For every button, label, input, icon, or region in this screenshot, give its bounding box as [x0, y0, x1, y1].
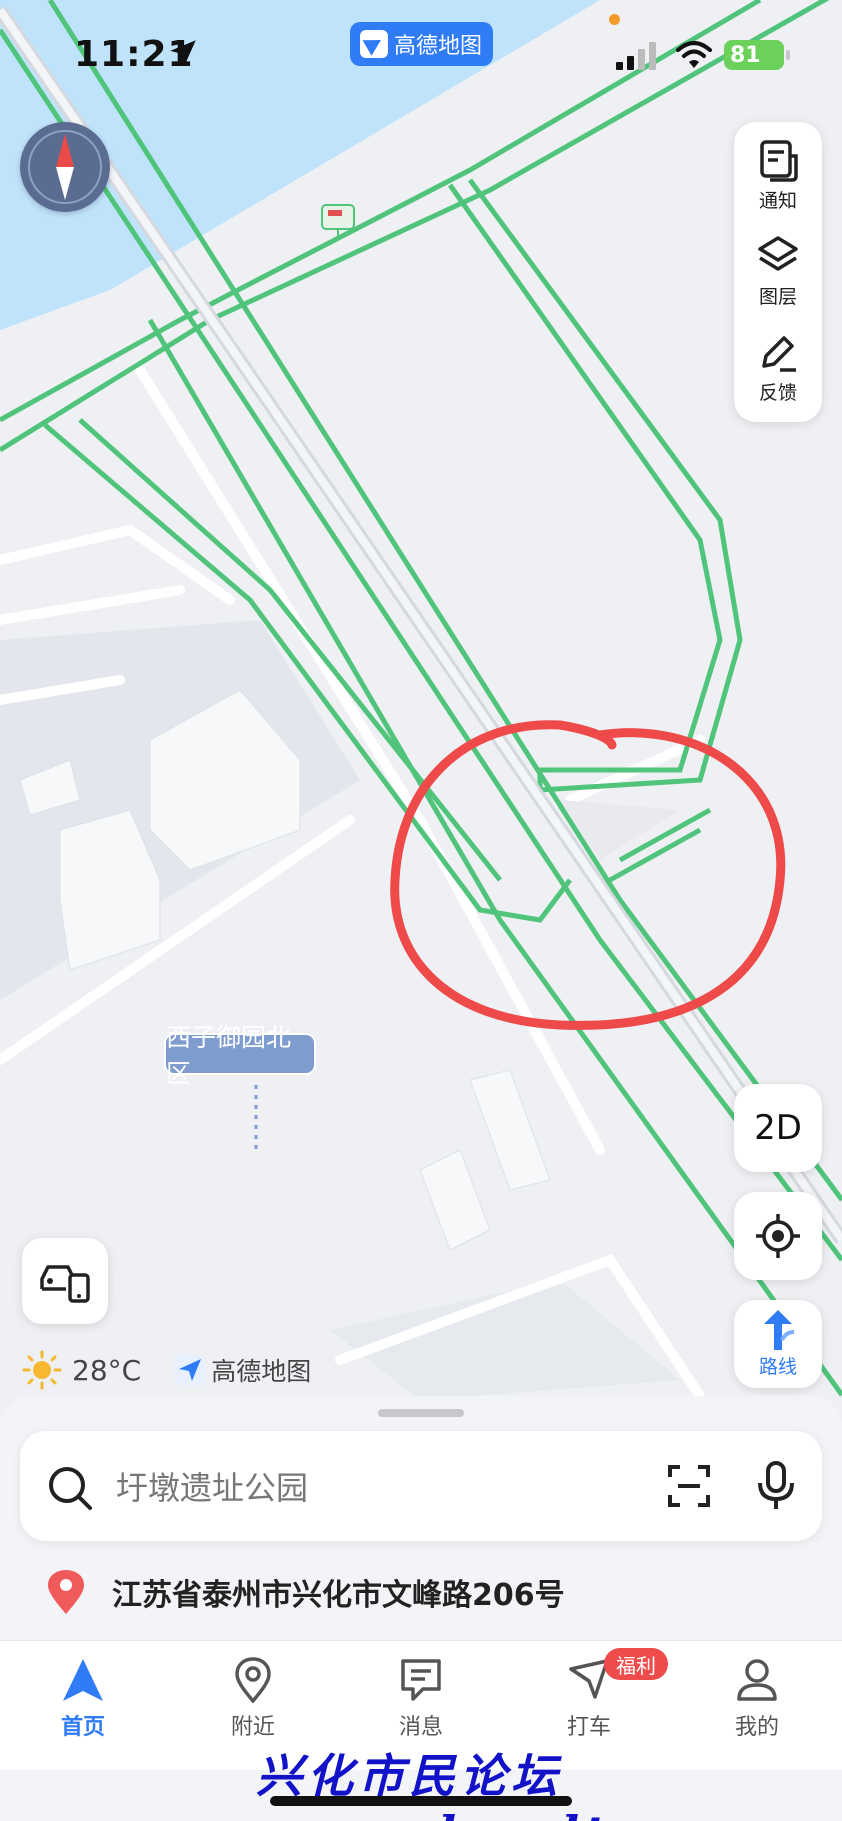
- feedback-button[interactable]: 反馈: [734, 320, 822, 416]
- scan-icon[interactable]: [666, 1463, 712, 1509]
- locate-me-button[interactable]: [734, 1192, 822, 1280]
- car-phone-icon: [40, 1265, 90, 1303]
- taxi-promo-badge: 福利: [604, 1648, 668, 1680]
- wifi-icon: [676, 41, 712, 68]
- map-tools-panel: 通知 图层 反馈: [734, 122, 822, 422]
- tab-taxi-label: 打车: [566, 1715, 611, 1740]
- compass-icon: [28, 130, 102, 204]
- tab-home-label: 首页: [60, 1715, 105, 1740]
- search-placeholder: 圩墩遗址公园: [116, 1469, 309, 1507]
- notice-button[interactable]: 通知: [734, 128, 822, 224]
- poi-label[interactable]: 西子御园北区: [164, 1023, 316, 1088]
- location-arrow-icon: [170, 40, 196, 66]
- tab-profile-label: 我的: [734, 1715, 779, 1740]
- amap-logo-icon: [360, 30, 388, 58]
- view-mode-label: 2D: [754, 1108, 802, 1148]
- view-mode-2d-button[interactable]: 2D: [734, 1084, 822, 1172]
- current-address[interactable]: 江苏省泰州市兴化市文峰路206号: [44, 1568, 565, 1616]
- current-address-text: 江苏省泰州市兴化市文峰路206号: [112, 1578, 565, 1613]
- tab-nearby-label: 附近: [230, 1715, 275, 1740]
- status-bar: 11:21 高德地图 81: [0, 0, 842, 110]
- amap-brand-icon: [175, 1355, 206, 1385]
- weather-temperature: 28°C: [72, 1353, 142, 1387]
- crosshair-locate-icon: [756, 1214, 800, 1258]
- tab-profile[interactable]: 我的: [702, 1657, 812, 1741]
- profile-icon: [737, 1659, 777, 1701]
- car-phone-button[interactable]: [22, 1238, 108, 1324]
- feedback-edit-icon: [762, 336, 796, 372]
- route-button[interactable]: 路线: [734, 1300, 822, 1388]
- forum-watermark: 兴化市民论坛 www.xhsmlt.com: [256, 1749, 749, 1821]
- tab-home[interactable]: 首页: [28, 1657, 138, 1741]
- sheet-drag-handle[interactable]: [378, 1409, 464, 1417]
- privacy-indicator-icon: [609, 14, 620, 25]
- notice-icon: [760, 140, 798, 182]
- route-label: 路线: [758, 1355, 797, 1378]
- layers-label: 图层: [758, 286, 797, 308]
- home-indicator[interactable]: [270, 1796, 572, 1806]
- tab-messages-label: 消息: [398, 1715, 443, 1740]
- sun-icon: [22, 1350, 62, 1390]
- nearby-pin-icon: [235, 1657, 271, 1703]
- app-badge-label: 高德地图: [394, 34, 483, 59]
- message-icon: [401, 1659, 441, 1701]
- app-badge[interactable]: 高德地图: [350, 22, 493, 66]
- microphone-icon[interactable]: [756, 1461, 796, 1511]
- battery-indicator: 81: [724, 40, 790, 70]
- feedback-label: 反馈: [758, 382, 797, 404]
- map-brand: 高德地图: [175, 1352, 311, 1388]
- tab-nearby[interactable]: 附近: [198, 1657, 308, 1741]
- compass-button[interactable]: [20, 122, 110, 212]
- search-icon: [49, 1467, 92, 1510]
- search-bar[interactable]: 圩墩遗址公园: [20, 1431, 822, 1541]
- battery-level: 81: [730, 42, 761, 68]
- home-navigation-icon: [63, 1659, 103, 1701]
- route-arrow-icon: [764, 1309, 795, 1350]
- cellular-signal-icon: [616, 42, 656, 70]
- layers-button[interactable]: 图层: [734, 224, 822, 320]
- map-brand-label: 高德地图: [211, 1357, 312, 1386]
- tab-messages[interactable]: 消息: [366, 1657, 476, 1741]
- location-pin-icon: [48, 1570, 84, 1614]
- weather-info: 28°C 高德地图: [22, 1350, 311, 1390]
- notice-label: 通知: [758, 190, 797, 212]
- layers-icon: [758, 236, 798, 271]
